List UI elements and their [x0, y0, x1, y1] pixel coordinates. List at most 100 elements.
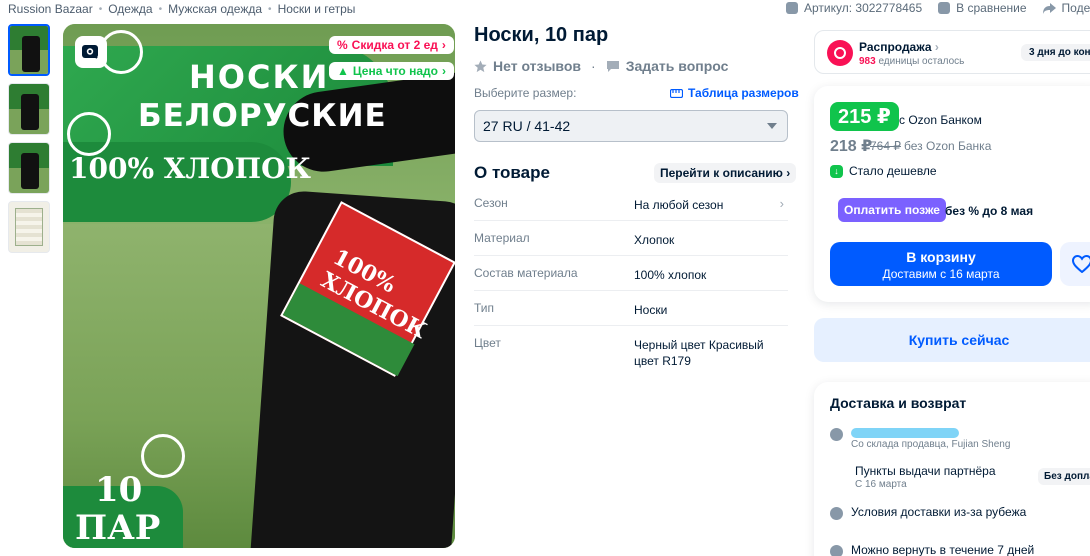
- copy-icon: [786, 2, 798, 14]
- sale-icon: [827, 40, 853, 66]
- thumbs-up-icon: ▲: [337, 64, 349, 78]
- percent-icon: %: [337, 38, 348, 52]
- breadcrumb-socks[interactable]: Носки и гетры: [278, 2, 356, 16]
- product-title: Носки, 10 пар: [474, 24, 609, 46]
- delivery-address-row[interactable]: Со склада продавца, Fujian Sheng: [830, 426, 1010, 450]
- bank-price: 215 ₽: [830, 102, 899, 131]
- delivery-title: Доставка и возврат: [830, 395, 967, 411]
- sale-stock-count: 983: [859, 56, 876, 67]
- return-label: Можно вернуть в течение 7 дней: [851, 543, 1035, 556]
- property-value: На любой сезон: [634, 198, 724, 212]
- breadcrumb-separator: •: [98, 3, 103, 15]
- breadcrumb-seller[interactable]: Russion Bazaar: [8, 2, 93, 16]
- property-key: Тип: [474, 301, 495, 315]
- pickup-text: Пункты выдачи партнёра С 16 марта: [855, 464, 996, 490]
- abroad-conditions-label: Условия доставки из-за рубежа: [851, 505, 1027, 519]
- breadcrumb: Russion Bazaar • Одежда • Мужская одежда…: [8, 2, 355, 16]
- property-row-composition: Состав материала 100% хлопок: [474, 256, 788, 291]
- dot-separator: ·: [591, 58, 596, 74]
- properties-list: Сезон На любой сезон › Материал Хлопок С…: [474, 186, 788, 372]
- reviews-label: Нет отзывов: [493, 58, 582, 74]
- thumbnail-strip: [8, 24, 52, 260]
- bank-price-label: с Ozon Банком: [899, 113, 982, 127]
- thumbnail-2[interactable]: [8, 83, 50, 135]
- pay-later-terms: без % до 8 мая: [945, 204, 1034, 218]
- add-to-cart-label: В корзину: [906, 249, 976, 265]
- ask-question-link[interactable]: Задать вопрос: [606, 58, 728, 74]
- property-row-type: Тип Носки: [474, 291, 788, 326]
- delivery-address-text: Со склада продавца, Fujian Sheng: [851, 426, 1010, 450]
- reviews-row: Нет отзывов · Задать вопрос: [474, 58, 728, 74]
- size-table-label: Таблица размеров: [688, 86, 799, 100]
- reviews-link[interactable]: Нет отзывов: [474, 58, 581, 74]
- property-key: Цвет: [474, 336, 501, 350]
- thumbnail-3[interactable]: [8, 142, 50, 194]
- compare-label: В сравнение: [956, 1, 1027, 15]
- property-value: Хлопок: [634, 233, 675, 247]
- size-select[interactable]: 27 RU / 41-42: [474, 110, 788, 142]
- share-icon: [1042, 2, 1056, 14]
- sale-stock-label: единицы осталось: [878, 56, 965, 67]
- chevron-right-icon: ›: [779, 196, 784, 211]
- chevron-right-icon: ›: [441, 38, 446, 52]
- add-to-cart-button[interactable]: В корзину Доставим с 16 марта: [830, 242, 1052, 286]
- pay-later-button[interactable]: Оплатить позже: [838, 198, 946, 222]
- add-to-cart-delivery: Доставим с 16 марта: [882, 267, 1000, 281]
- compare-button[interactable]: В сравнение: [938, 1, 1027, 15]
- pickup-row[interactable]: Пункты выдачи партнёра С 16 марта: [855, 464, 996, 490]
- property-key: Сезон: [474, 196, 508, 210]
- property-value: 100% хлопок: [634, 268, 707, 282]
- ruler-icon: [670, 88, 683, 98]
- image-search-button[interactable]: [75, 36, 107, 68]
- property-key: Материал: [474, 231, 530, 245]
- sale-timer-badge: 3 дня до конца: [1021, 44, 1090, 61]
- size-label: Выберите размер:: [474, 86, 577, 100]
- image-text-ten: 10: [95, 470, 143, 510]
- favorite-button[interactable]: [1060, 242, 1090, 286]
- property-row-color: Цвет Черный цвет Красивый цвет R179: [474, 326, 788, 372]
- cotton-flower-icon: [141, 434, 185, 478]
- image-text-pairs: ПАР: [75, 508, 161, 548]
- chevron-right-icon: ›: [934, 40, 939, 54]
- blurred-address: [851, 428, 959, 438]
- breadcrumb-separator: •: [158, 3, 163, 15]
- property-value: Черный цвет Красивый цвет R179: [634, 338, 764, 368]
- good-price-label: Цена что надо: [352, 64, 438, 78]
- article-number[interactable]: Артикул: 3022778465: [786, 1, 922, 15]
- arrow-down-icon: ↓: [830, 164, 843, 178]
- thumbnail-1[interactable]: [8, 24, 50, 76]
- old-price: 764 ₽: [870, 139, 901, 153]
- meta-actions: Артикул: 3022778465 В сравнение Поделит: [786, 1, 1090, 15]
- chevron-right-icon: ›: [441, 64, 446, 78]
- about-title: О товаре: [474, 163, 550, 182]
- article-label: Артикул: 3022778465: [804, 1, 923, 15]
- abroad-conditions-row[interactable]: Условия доставки из-за рубежа: [830, 505, 1026, 520]
- thumbnail-sock: [21, 94, 39, 130]
- search-by-image-icon: [82, 45, 98, 59]
- thumbnail-4[interactable]: [8, 201, 50, 253]
- chevron-right-icon: ›: [786, 166, 791, 180]
- thumbnail-sock: [22, 36, 40, 72]
- share-label: Поделит: [1061, 1, 1090, 15]
- compare-icon: [938, 2, 951, 14]
- goto-description-button[interactable]: Перейти к описанию ›: [654, 163, 797, 183]
- property-row-season[interactable]: Сезон На любой сезон ›: [474, 186, 788, 221]
- info-icon: [830, 507, 843, 520]
- heart-icon: [1072, 255, 1090, 273]
- buy-now-button[interactable]: Купить сейчас: [814, 318, 1090, 362]
- star-icon: [474, 60, 487, 72]
- product-main-image[interactable]: НОСКИ БЕЛОРУСКИЕ 100% ХЛОПОК 100% ХЛОПОК…: [63, 24, 455, 548]
- thumbnail-size-chart: [15, 208, 43, 246]
- size-table-link[interactable]: Таблица размеров: [670, 86, 799, 100]
- share-button[interactable]: Поделит: [1042, 1, 1090, 15]
- top-bar: Russion Bazaar • Одежда • Мужская одежда…: [0, 0, 1090, 18]
- breadcrumb-mens-clothes[interactable]: Мужская одежда: [168, 2, 262, 16]
- pickup-date: С 16 марта: [855, 479, 907, 490]
- pickup-badge: Без доплат: [1038, 468, 1090, 485]
- sale-panel[interactable]: Распродажа › 983 единицы осталось 3 дня …: [814, 30, 1090, 74]
- breadcrumb-clothes[interactable]: Одежда: [108, 2, 152, 16]
- cotton-flower-icon: [67, 112, 111, 156]
- sale-title: Распродажа ›: [859, 40, 939, 54]
- image-text-noski: НОСКИ: [189, 58, 330, 96]
- return-row[interactable]: Можно вернуть в течение 7 дней: [830, 543, 1034, 556]
